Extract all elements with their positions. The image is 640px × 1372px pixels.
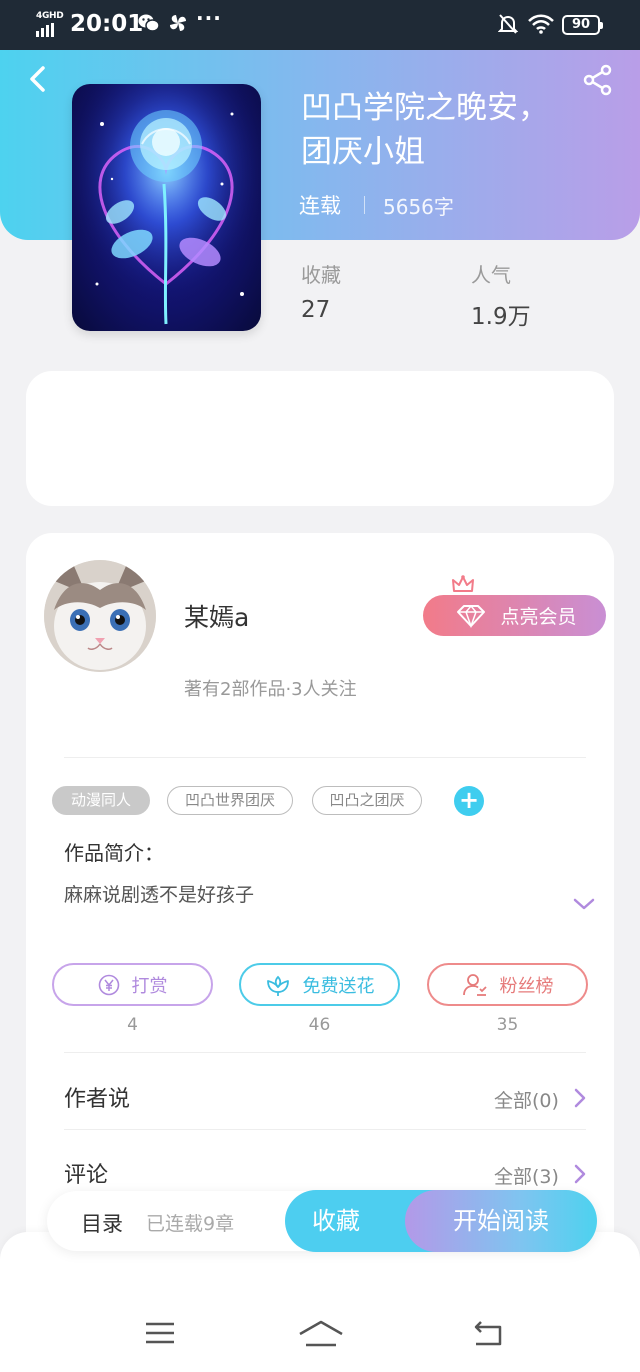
fan-ranking-label: 粉丝榜 — [499, 975, 554, 997]
home-icon[interactable] — [298, 1320, 344, 1348]
menu-icon[interactable] — [144, 1320, 176, 1346]
intro-title: 作品简介： — [64, 841, 164, 865]
more-notifications-icon: ··· — [196, 6, 222, 30]
tip-label: 打赏 — [131, 975, 168, 997]
author-avatar[interactable] — [44, 560, 156, 672]
table-of-contents-button[interactable]: 目录 — [81, 1208, 123, 1238]
send-flower-button[interactable]: 免费送花 — [239, 963, 400, 1006]
bell-muted-icon — [498, 14, 518, 34]
author-says-view-all[interactable]: 全部(0) — [494, 1086, 559, 1113]
crown-icon — [452, 575, 474, 592]
chevron-right-icon[interactable] — [572, 1163, 588, 1185]
add-tag-button[interactable]: + — [454, 786, 484, 816]
tag-genre[interactable]: 动漫同人 — [52, 786, 150, 815]
wifi-icon — [528, 14, 554, 34]
favorites-label: 收藏 — [301, 263, 341, 287]
divider — [364, 196, 365, 214]
tag-topic[interactable]: 凹凸世界团厌 — [167, 786, 293, 815]
fan-ranking-button[interactable]: 粉丝榜 — [427, 963, 588, 1006]
flower-icon — [266, 975, 289, 996]
bottom-panel — [0, 1232, 640, 1372]
author-name[interactable]: 某嫣a — [184, 598, 249, 634]
chapter-count: 已连载9章 — [146, 1213, 235, 1235]
activate-vip-button[interactable]: 点亮会员 — [423, 595, 606, 636]
book-title-line2: 团厌小姐 — [301, 134, 425, 170]
popularity-label: 人气 — [471, 263, 511, 287]
pinwheel-icon — [170, 15, 186, 31]
author-meta: 著有2部作品·3人关注 — [184, 679, 357, 700]
divider — [64, 1129, 586, 1130]
popularity-value: 1.9万 — [471, 304, 531, 330]
book-cover[interactable] — [72, 84, 261, 331]
diamond-icon — [457, 604, 486, 628]
cat-avatar-image — [44, 560, 156, 672]
fan-ranking-icon — [462, 973, 487, 996]
serial-status: 连载 — [299, 194, 341, 218]
network-type: 4GHD — [36, 11, 64, 21]
fan-count: 35 — [496, 1015, 519, 1035]
chevron-down-icon[interactable] — [572, 896, 596, 912]
intro-text: 麻麻说剧透不是好孩子 — [64, 884, 255, 906]
back-nav-icon[interactable] — [472, 1320, 506, 1348]
flower-count: 46 — [308, 1015, 331, 1035]
tip-count: 4 — [127, 1015, 138, 1035]
back-arrow-icon[interactable] — [24, 64, 54, 94]
tip-button[interactable]: 打赏 — [52, 963, 213, 1006]
flower-label: 免费送花 — [302, 975, 375, 997]
empty-card — [26, 371, 614, 506]
book-title-line1: 凹凸学院之晚安， — [301, 90, 549, 126]
word-count: 5656字 — [383, 195, 454, 219]
status-time: 20:01 — [70, 11, 144, 37]
favorites-value: 27 — [301, 297, 331, 323]
divider — [64, 757, 586, 758]
book-title: 凹凸学院之晚安， 团厌小姐 — [301, 86, 601, 174]
divider — [64, 1052, 586, 1053]
chevron-right-icon[interactable] — [572, 1087, 588, 1109]
start-reading-button[interactable]: 开始阅读 — [405, 1190, 597, 1252]
tag-topic[interactable]: 凹凸之团厌 — [312, 786, 422, 815]
battery-indicator: 90 — [562, 15, 603, 35]
glowing-rose-image — [72, 84, 261, 331]
author-says-title: 作者说 — [64, 1087, 131, 1112]
wechat-icon — [138, 14, 160, 32]
status-bar: 4GHD 20:01 ··· 90 — [0, 0, 640, 50]
comments-view-all[interactable]: 全部(3) — [494, 1162, 559, 1189]
yen-icon — [98, 974, 119, 995]
vip-button-label: 点亮会员 — [500, 606, 577, 628]
comments-title: 评论 — [64, 1163, 109, 1188]
signal-icon: 4GHD — [36, 11, 64, 37]
